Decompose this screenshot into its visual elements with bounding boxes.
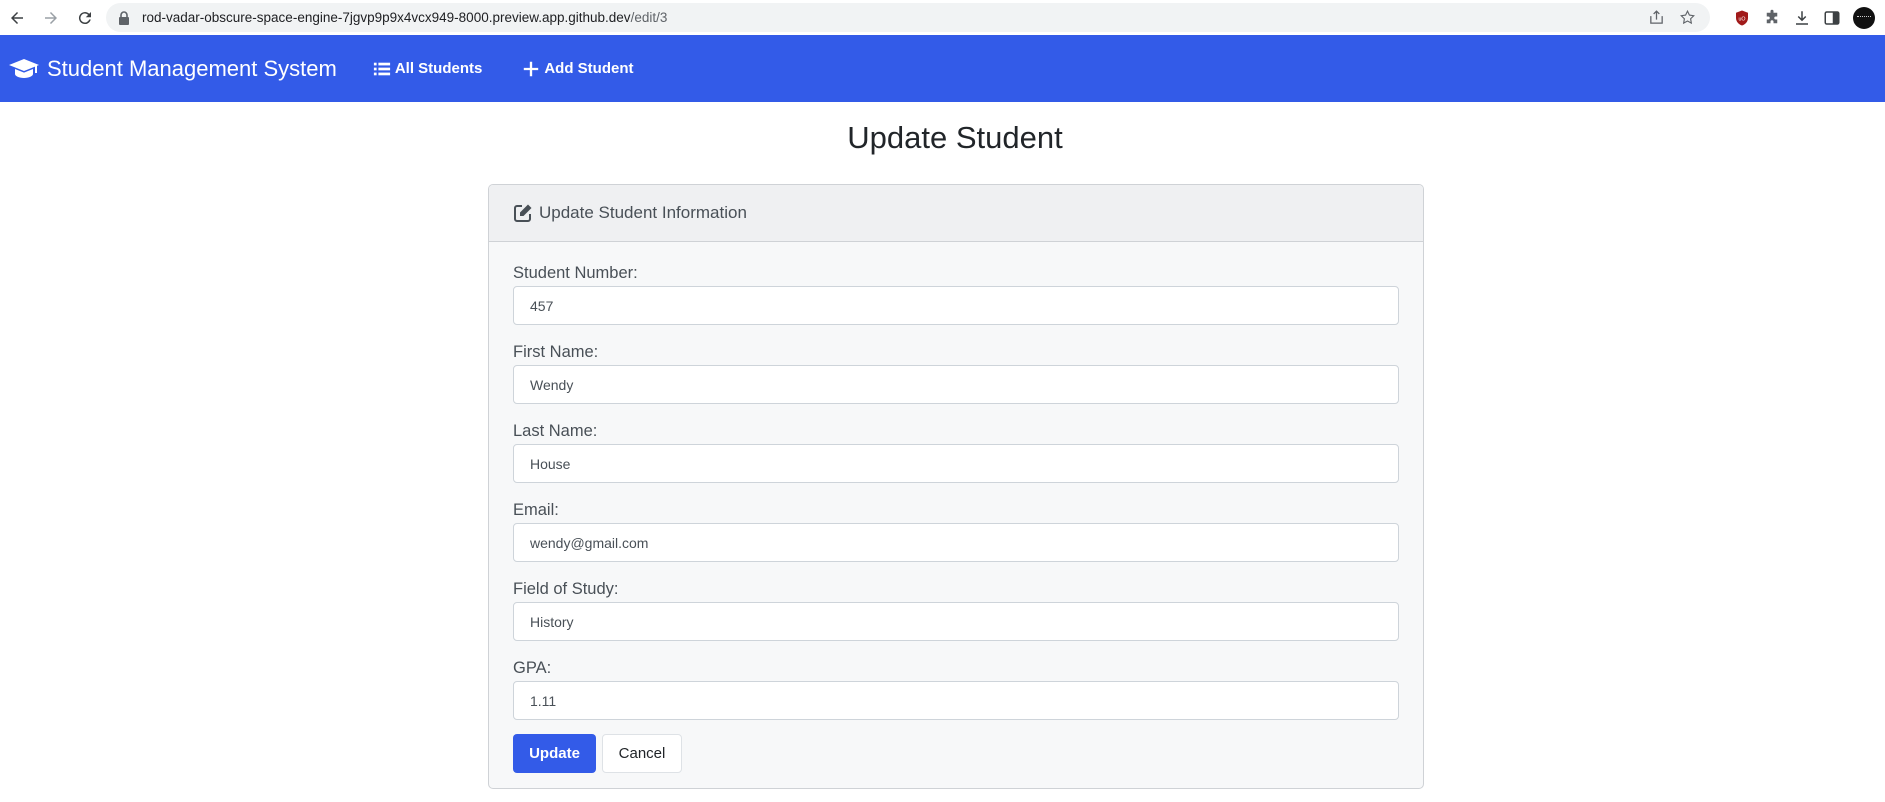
gpa-input[interactable] — [513, 681, 1399, 720]
browser-toolbar: rod-vadar-obscure-space-engine-7jgvp9p9x… — [0, 0, 1885, 36]
first-name-label: First Name: — [513, 343, 599, 361]
share-icon[interactable] — [1648, 9, 1665, 26]
last-name-label: Last Name: — [513, 422, 598, 440]
field-first-name: First Name: — [513, 339, 1399, 404]
nav-all-students-label: All Students — [394, 60, 483, 77]
nav-add-student[interactable]: Add Student — [522, 60, 634, 78]
last-name-input[interactable] — [513, 444, 1399, 483]
bookmark-star-icon[interactable] — [1679, 9, 1696, 26]
field-field-of-study: Field of Study: — [513, 576, 1399, 641]
graduation-cap-icon — [9, 58, 39, 78]
edit-icon — [514, 204, 532, 222]
lock-icon — [119, 10, 129, 25]
forward-button[interactable] — [34, 0, 68, 35]
update-form: Student Number: First Name: Last Name: E… — [489, 242, 1423, 773]
email-input[interactable] — [513, 523, 1399, 562]
back-button[interactable] — [0, 0, 34, 35]
email-label: Email: — [513, 501, 559, 519]
forward-arrow-icon — [45, 11, 57, 24]
list-icon — [373, 62, 390, 75]
update-student-card: Update Student Information Student Numbe… — [488, 184, 1424, 789]
svg-text:uO: uO — [1738, 16, 1745, 22]
nav-all-students[interactable]: All Students — [373, 60, 483, 78]
student-number-input[interactable] — [513, 286, 1399, 325]
app-navbar: Student Management System All Students A… — [0, 35, 1885, 102]
ublock-extension-icon[interactable]: uO — [1733, 9, 1751, 27]
profile-avatar[interactable] — [1853, 6, 1875, 29]
field-of-study-label: Field of Study: — [513, 580, 619, 598]
extensions-puzzle-icon[interactable] — [1763, 9, 1781, 27]
side-panel-icon[interactable] — [1823, 9, 1841, 27]
field-last-name: Last Name: — [513, 418, 1399, 483]
update-button[interactable]: Update — [513, 734, 596, 773]
reload-button[interactable] — [68, 0, 102, 35]
plus-icon — [524, 61, 539, 76]
card-header: Update Student Information — [489, 185, 1423, 242]
url-path: /edit/3 — [630, 10, 668, 25]
form-actions: Update Cancel — [513, 734, 1399, 773]
first-name-input[interactable] — [513, 365, 1399, 404]
page-title: Update Student — [847, 120, 1063, 155]
field-gpa: GPA: — [513, 655, 1399, 720]
brand-text: Student Management System — [47, 55, 337, 81]
card-header-title: Update Student Information — [539, 203, 747, 222]
url-host: rod-vadar-obscure-space-engine-7jgvp9p9x… — [142, 10, 631, 25]
url-text: rod-vadar-obscure-space-engine-7jgvp9p9x… — [142, 10, 667, 25]
nav-add-student-label: Add Student — [544, 60, 634, 77]
student-number-label: Student Number: — [513, 264, 638, 282]
brand-link[interactable]: Student Management System — [8, 56, 337, 82]
back-arrow-icon — [11, 11, 23, 24]
download-icon[interactable] — [1793, 9, 1811, 27]
address-bar[interactable]: rod-vadar-obscure-space-engine-7jgvp9p9x… — [106, 3, 1710, 32]
cancel-button[interactable]: Cancel — [602, 734, 682, 773]
field-of-study-input[interactable] — [513, 602, 1399, 641]
reload-icon — [78, 11, 91, 24]
gpa-label: GPA: — [513, 659, 552, 677]
field-email: Email: — [513, 497, 1399, 562]
field-student-number: Student Number: — [513, 260, 1399, 325]
